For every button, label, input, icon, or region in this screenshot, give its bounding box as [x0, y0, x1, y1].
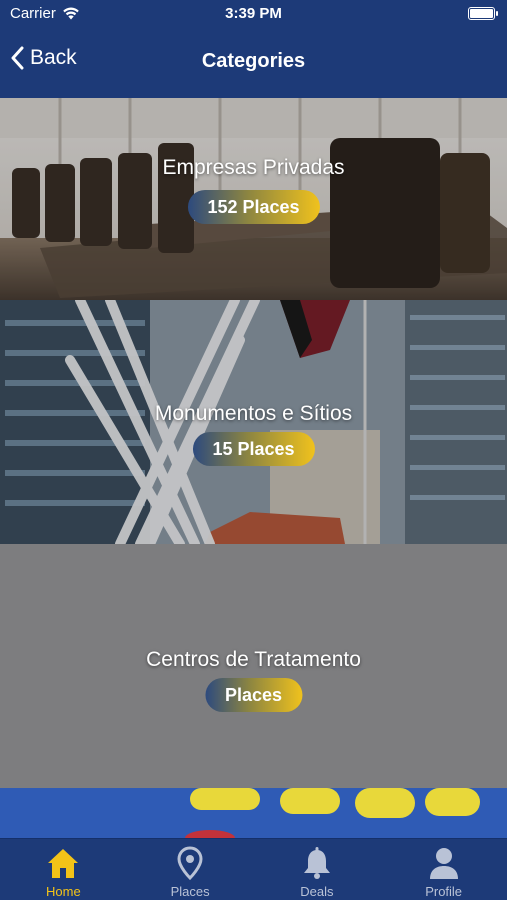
tab-bar: Home Places Deals Profile — [0, 838, 507, 900]
tab-label: Places — [170, 884, 210, 899]
person-icon — [424, 844, 464, 882]
places-count-badge: 15 Places — [192, 432, 315, 466]
tab-label: Profile — [425, 884, 463, 899]
bell-icon — [297, 844, 337, 882]
navigation-bar: Back Categories — [0, 26, 507, 98]
category-list: Empresas Privadas 152 Places Monumentos … — [0, 98, 507, 838]
category-card-monumentos-e-sitios[interactable]: Monumentos e Sítios 15 Places — [0, 300, 507, 544]
places-count-badge: 152 Places — [187, 190, 320, 224]
tab-label: Deals — [300, 884, 334, 899]
home-icon — [43, 844, 83, 882]
tab-profile[interactable]: Profile — [380, 839, 507, 900]
category-card-centros-de-tratamento[interactable]: Centros de Tratamento Places — [0, 544, 507, 788]
tab-deals[interactable]: Deals — [254, 839, 381, 900]
category-title: Centros de Tratamento — [146, 648, 361, 671]
clock: 3:39 PM — [225, 5, 282, 22]
category-card-partial[interactable] — [0, 788, 507, 838]
category-title: Empresas Privadas — [162, 156, 345, 179]
tab-places[interactable]: Places — [127, 839, 254, 900]
category-card-empresas-privadas[interactable]: Empresas Privadas 152 Places — [0, 98, 507, 300]
partial-category-image — [0, 788, 507, 838]
status-bar: Carrier 3:39 PM — [0, 0, 507, 26]
page-title: Categories — [201, 50, 306, 72]
places-count-badge: Places — [204, 678, 303, 712]
tab-home[interactable]: Home — [0, 839, 127, 900]
map-pin-icon — [170, 844, 210, 882]
category-title: Monumentos e Sítios — [154, 402, 353, 425]
tab-label: Home — [46, 884, 81, 899]
battery-icon — [468, 7, 498, 20]
